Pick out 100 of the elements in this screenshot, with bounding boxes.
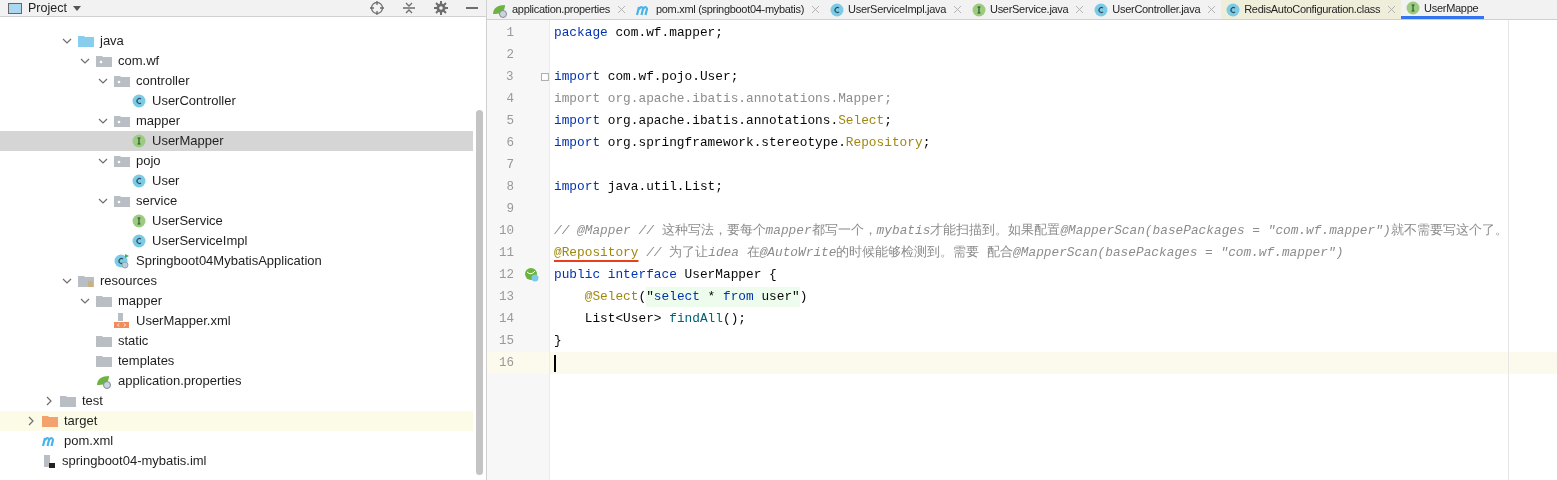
chevron-down-icon[interactable] (62, 276, 72, 286)
tree-item-label: mapper (136, 112, 181, 131)
tree-item[interactable]: target (0, 411, 473, 431)
tree-item[interactable]: UserMapper (0, 131, 473, 151)
editor-tab[interactable]: UserServiceImpl.java (825, 0, 967, 19)
settings-icon[interactable] (434, 1, 448, 15)
panel-title[interactable]: Project (28, 0, 67, 18)
fold-marker-icon[interactable] (541, 73, 549, 81)
tree-item[interactable]: UserController (0, 91, 473, 111)
collapse-icon[interactable] (402, 1, 416, 15)
tree-item-label: mapper (118, 292, 163, 311)
tab-label: pom.xml (springboot04-mybatis) (655, 2, 805, 18)
code-token: mybatis (876, 222, 931, 241)
spring-leaf-icon (96, 373, 112, 389)
tree-item[interactable]: pojo (0, 151, 473, 171)
code-token: } (554, 332, 562, 351)
tree-item[interactable]: mapper (0, 291, 473, 311)
code-token: user" (753, 287, 800, 307)
code-token: findAll (669, 310, 723, 329)
editor-tab[interactable]: pom.xml (springboot04-mybatis) (630, 0, 826, 19)
tree-item[interactable]: templates (0, 351, 473, 371)
line-number: 10 (498, 222, 514, 240)
class-c-icon (132, 174, 146, 188)
line-number: 5 (505, 112, 514, 130)
chevron-right-icon[interactable] (44, 396, 54, 406)
editor-tab[interactable]: UserController.java (1089, 0, 1222, 19)
line-number: 13 (498, 288, 514, 306)
editor-tab[interactable]: application.properties (487, 0, 631, 19)
chevron-down-icon[interactable] (98, 116, 108, 126)
code-token: package (554, 24, 608, 43)
folder-icon (42, 414, 58, 428)
tree-item-label: UserMapper.xml (136, 312, 231, 331)
spring-class-icon (114, 253, 130, 269)
code-token: 就不需要写这个了。 (1390, 222, 1508, 241)
tree-item-label: UserController (152, 92, 236, 111)
code-token: 这种写法，要每个 (660, 222, 766, 241)
chevron-right-icon[interactable] (26, 416, 36, 426)
tab-label: UserService.java (990, 2, 1069, 18)
scrollbar[interactable] (476, 110, 483, 475)
code-token: mapper (765, 222, 812, 241)
interface-i-icon (972, 2, 986, 17)
package-folder-icon (96, 54, 112, 68)
tree-item[interactable]: java (0, 31, 473, 51)
code-token: import org.apache.ibatis.annotations.Mapper; (554, 90, 892, 109)
tree-item-label: target (64, 412, 98, 431)
tree-item[interactable]: User (0, 171, 473, 191)
chevron-down-icon[interactable] (80, 296, 90, 306)
tree-item[interactable]: UserService (0, 211, 473, 231)
editor-tab[interactable]: RedisAutoConfiguration.class (1221, 0, 1402, 19)
tree-item[interactable]: service (0, 191, 473, 211)
code-token: from (723, 287, 754, 307)
chevron-down-icon[interactable] (98, 156, 108, 166)
code-token: import (554, 112, 601, 131)
code-token: @AutoWrite (759, 244, 837, 263)
tree-item-label: resources (100, 272, 158, 291)
chevron-down-icon[interactable] (62, 36, 72, 46)
chevron-down-icon[interactable] (98, 76, 108, 86)
code-token: @Repository (554, 244, 639, 263)
tree-item-label: com.wf (118, 52, 160, 71)
code-token: public (554, 266, 601, 285)
dropdown-caret-icon[interactable] (72, 5, 81, 11)
folder-icon (60, 394, 76, 408)
module-file-icon (42, 453, 56, 469)
folder-icon (78, 274, 94, 288)
code-token: List<User> (583, 310, 663, 329)
tree-item[interactable]: mapper (0, 111, 473, 131)
tree-item[interactable]: springboot04-mybatis.iml (0, 451, 473, 471)
chevron-down-icon[interactable] (80, 56, 90, 66)
code-token: import (554, 178, 601, 197)
editor-tab[interactable]: UserMappe (1401, 0, 1485, 19)
crosshair-icon[interactable] (370, 1, 384, 15)
tree-item-label: application.properties (118, 372, 242, 391)
tree-item-label: service (136, 192, 178, 211)
code-token: 为了让 (668, 244, 709, 263)
line-number: 6 (505, 134, 514, 152)
line-number: 15 (498, 332, 514, 350)
code-token: import (554, 68, 601, 87)
tree-item[interactable]: resources (0, 271, 473, 291)
code-token: interface (606, 266, 677, 285)
tree-item[interactable]: application.properties (0, 371, 473, 391)
interface-i-icon (1406, 1, 1421, 15)
tree-item[interactable]: static (0, 331, 473, 351)
chevron-down-icon[interactable] (98, 196, 108, 206)
class-c-icon (132, 94, 146, 108)
class-c-icon (1094, 2, 1109, 17)
tree-item[interactable]: UserMapper.xml (0, 311, 473, 331)
tree-item[interactable]: pom.xml (0, 431, 473, 451)
code-token: 都写一个， (811, 222, 877, 241)
tree-item[interactable]: Springboot04MybatisApplication (0, 251, 473, 271)
editor-tab[interactable]: UserService.java (967, 0, 1090, 19)
tree-item[interactable]: com.wf (0, 51, 473, 71)
code-token: @Select (583, 288, 639, 307)
tab-label: RedisAutoConfiguration.class (1244, 2, 1381, 18)
tree-item[interactable]: test (0, 391, 473, 411)
tab-label: UserController.java (1112, 2, 1201, 18)
code-token: UserMapper { (683, 266, 777, 285)
bean-icon[interactable] (524, 267, 540, 283)
tree-item[interactable]: UserServiceImpl (0, 231, 473, 251)
code-token: // (645, 244, 662, 263)
tree-item[interactable]: controller (0, 71, 473, 91)
